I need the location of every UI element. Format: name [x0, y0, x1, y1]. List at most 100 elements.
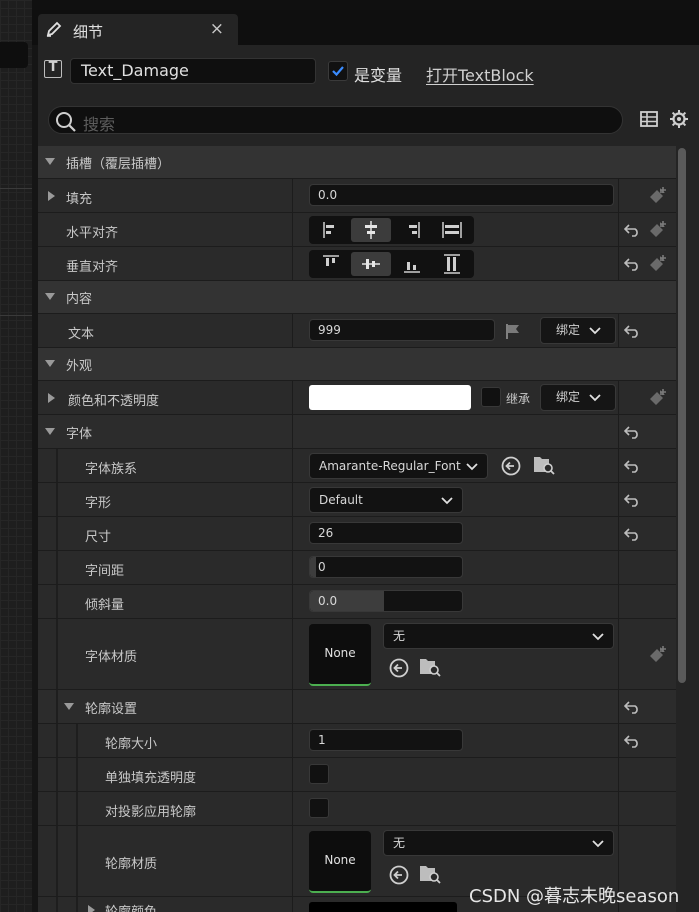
- is-variable-label: 是变量: [354, 66, 403, 85]
- chevron-down-icon: [589, 394, 601, 402]
- viewport-bar: [0, 42, 28, 68]
- valign-top-button[interactable]: [311, 252, 351, 276]
- inherit-checkbox[interactable]: [481, 387, 501, 407]
- prop-letter-spacing-label: 字间距: [85, 564, 125, 579]
- prop-size-label: 尺寸: [85, 530, 112, 545]
- align-center-icon: [365, 221, 377, 239]
- font-family-dropdown[interactable]: Amarante-Regular_Font: [309, 453, 488, 479]
- chevron-down-icon: [466, 463, 478, 471]
- skew-value: 0.0: [318, 594, 338, 608]
- tab-bar: 细节 ×: [32, 10, 699, 45]
- reset-arrow-icon[interactable]: [624, 493, 640, 507]
- section-outline[interactable]: 轮廓设置: [38, 690, 676, 724]
- pin-icon[interactable]: [648, 388, 668, 408]
- table-view-icon[interactable]: [640, 110, 658, 128]
- separate-fill-alpha-checkbox[interactable]: [309, 764, 329, 784]
- reset-arrow-icon[interactable]: [624, 459, 640, 473]
- tab-details[interactable]: 细节 ×: [38, 14, 238, 45]
- pin-icon[interactable]: [648, 254, 668, 274]
- use-selected-asset-icon[interactable]: [500, 455, 522, 477]
- valign-bottom-button[interactable]: [392, 252, 432, 276]
- pin-icon[interactable]: [648, 186, 668, 206]
- details-panel: T Text_Damage 是变量 打开TextBlock 搜索 插槽（覆层插槽…: [38, 45, 699, 912]
- search-input[interactable]: 搜索: [48, 106, 623, 134]
- use-selected-asset-icon[interactable]: [388, 657, 410, 679]
- outline-material-dropdown[interactable]: 无: [383, 830, 614, 856]
- outline-color-swatch[interactable]: [309, 902, 457, 912]
- prop-outline-color-label: 轮廓颜色: [105, 901, 157, 912]
- section-content-label: 内容: [66, 292, 93, 307]
- prop-text: 文本 999 绑定: [38, 314, 676, 348]
- prop-skew: 倾斜量 0.0: [38, 585, 676, 619]
- pencil-icon: [46, 21, 62, 37]
- reset-arrow-icon[interactable]: [624, 700, 640, 714]
- font-material-dropdown[interactable]: 无: [383, 623, 614, 649]
- chevron-down-icon: [592, 840, 604, 848]
- reset-arrow-icon[interactable]: [624, 527, 640, 541]
- font-material-thumbnail[interactable]: None: [309, 624, 371, 686]
- prop-outline-material-label: 轮廓材质: [105, 857, 158, 872]
- browse-asset-icon[interactable]: [532, 454, 556, 476]
- letter-spacing-field[interactable]: 0: [309, 556, 463, 578]
- valign-group: [309, 250, 474, 278]
- halign-right-button[interactable]: [392, 218, 432, 242]
- halign-left-button[interactable]: [311, 218, 351, 242]
- widget-name-input[interactable]: Text_Damage: [70, 58, 316, 84]
- bind-label: 绑定: [556, 323, 581, 337]
- collapse-arrow-icon: [45, 158, 55, 165]
- prop-outline-size-label: 轮廓大小: [105, 737, 158, 752]
- halign-center-button[interactable]: [351, 218, 391, 242]
- prop-font-material-label: 字体材质: [85, 650, 138, 665]
- tab-close-button[interactable]: ×: [210, 19, 224, 39]
- reset-arrow-icon[interactable]: [624, 223, 640, 237]
- pin-icon[interactable]: [648, 645, 668, 665]
- prop-size: 尺寸 26: [38, 517, 676, 551]
- valign-fill-button[interactable]: [432, 252, 472, 276]
- section-appearance[interactable]: 外观: [38, 348, 676, 381]
- outline-material-thumbnail[interactable]: None: [309, 831, 371, 893]
- color-swatch[interactable]: [309, 385, 471, 410]
- flag-icon[interactable]: [504, 322, 522, 340]
- outline-size-field[interactable]: 1: [309, 729, 463, 751]
- font-material-value: 无: [393, 629, 406, 643]
- outline-material-value: 无: [393, 836, 406, 850]
- padding-field[interactable]: 0.0: [309, 184, 614, 206]
- reset-arrow-icon[interactable]: [624, 257, 640, 271]
- prop-halign-label: 水平对齐: [66, 226, 119, 241]
- reset-arrow-icon[interactable]: [624, 425, 640, 439]
- inherit-label: 继承: [506, 392, 531, 406]
- pin-icon[interactable]: [648, 220, 668, 240]
- section-font[interactable]: 字体: [38, 415, 676, 449]
- reset-arrow-icon[interactable]: [624, 324, 640, 338]
- open-textblock-link[interactable]: 打开TextBlock: [426, 62, 534, 86]
- valign-center-button[interactable]: [351, 252, 391, 276]
- expand-arrow-icon[interactable]: [48, 393, 55, 403]
- section-slot[interactable]: 插槽（覆层插槽）: [38, 146, 676, 179]
- section-appearance-label: 外观: [66, 359, 93, 374]
- scrollbar[interactable]: [678, 148, 686, 683]
- text-field[interactable]: 999: [309, 319, 495, 341]
- check-icon: [332, 66, 344, 77]
- search-icon: [56, 112, 76, 132]
- browse-asset-icon[interactable]: [418, 656, 442, 678]
- prop-skew-label: 倾斜量: [85, 598, 125, 613]
- search-placeholder: 搜索: [83, 115, 116, 134]
- font-family-value: Amarante-Regular_Font: [319, 459, 461, 473]
- expand-arrow-icon[interactable]: [48, 191, 55, 201]
- color-bind-button[interactable]: 绑定: [540, 384, 616, 411]
- align-right-icon: [409, 222, 420, 238]
- is-variable-checkbox[interactable]: [328, 61, 348, 81]
- section-content[interactable]: 内容: [38, 281, 676, 314]
- skew-field[interactable]: 0.0: [309, 590, 463, 612]
- use-selected-asset-icon[interactable]: [388, 864, 410, 886]
- reset-arrow-icon[interactable]: [624, 734, 640, 748]
- typeface-dropdown[interactable]: Default: [309, 487, 463, 513]
- browse-asset-icon[interactable]: [418, 863, 442, 885]
- text-bind-button[interactable]: 绑定: [540, 317, 616, 344]
- expand-arrow-icon[interactable]: [88, 905, 95, 912]
- top-strip: [0, 0, 699, 10]
- halign-fill-button[interactable]: [432, 218, 472, 242]
- apply-to-shadow-checkbox[interactable]: [309, 798, 329, 818]
- size-field[interactable]: 26: [309, 522, 463, 544]
- gear-icon[interactable]: [669, 109, 689, 129]
